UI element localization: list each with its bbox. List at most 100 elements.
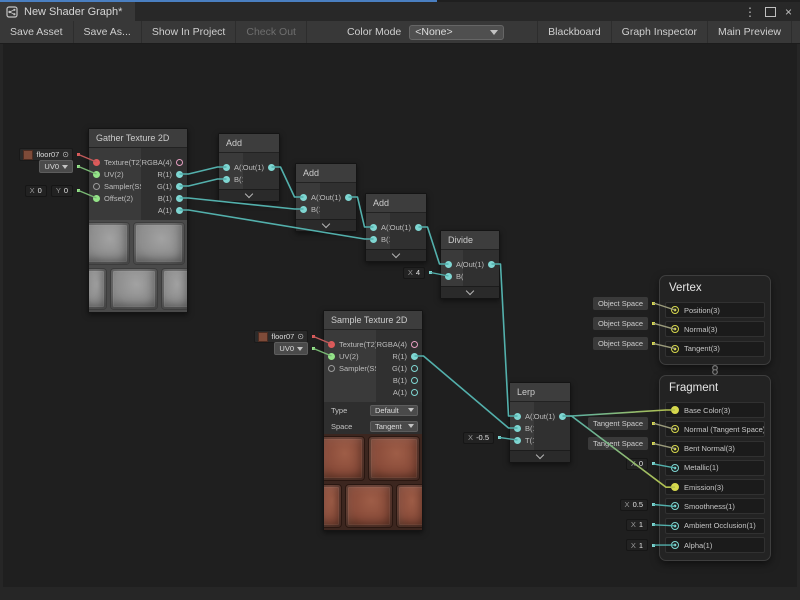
main-preview-button[interactable]: Main Preview <box>707 21 792 43</box>
block-row[interactable]: Normal(3) <box>665 321 765 337</box>
save-asset-button[interactable]: Save Asset <box>0 21 74 43</box>
fields-widget[interactable]: X-0.5 <box>463 431 501 444</box>
node-lerp[interactable]: LerpA(1)B(1)T(1)Out(1) <box>509 382 571 463</box>
collapse-bar[interactable] <box>219 189 279 201</box>
number-field-widget[interactable]: X1 <box>626 518 655 531</box>
space-tag[interactable]: Object Space <box>593 317 655 330</box>
input-port[interactable] <box>300 206 307 213</box>
output-port[interactable] <box>176 195 183 202</box>
input-port[interactable] <box>370 236 377 243</box>
output-port[interactable] <box>559 413 566 420</box>
show-in-project-button[interactable]: Show In Project <box>142 21 237 43</box>
block-port[interactable] <box>671 306 679 314</box>
fields-widget[interactable]: X4 <box>403 266 432 279</box>
collapse-bar[interactable] <box>510 450 570 462</box>
block-port[interactable] <box>671 345 679 353</box>
block-row[interactable]: Tangent(3) <box>665 341 765 357</box>
number-field-widget[interactable]: X0 <box>626 457 655 470</box>
number-field[interactable]: Y0 <box>51 185 73 197</box>
block-port[interactable] <box>671 406 679 414</box>
block-port[interactable] <box>671 445 679 453</box>
number-field-widget[interactable]: X1 <box>626 539 655 552</box>
number-field[interactable]: X0.5 <box>620 499 648 511</box>
graph-canvas[interactable]: Gather Texture 2DTexture(T2)UV(2)Sampler… <box>0 0 800 600</box>
node-add2[interactable]: AddA(1)B(1)Out(1) <box>295 163 357 232</box>
input-port[interactable] <box>514 437 521 444</box>
block-row[interactable]: Position(3) <box>665 302 765 318</box>
node-sample[interactable]: Sample Texture 2DTexture(T2)UV(2)Sampler… <box>323 310 423 531</box>
block-port[interactable] <box>671 541 679 549</box>
option-dropdown[interactable]: Tangent <box>370 421 418 432</box>
node-divide[interactable]: DivideA(1)B(1)Out(1) <box>440 230 500 299</box>
dropdown-widget[interactable]: UV0 <box>274 342 315 355</box>
input-port[interactable] <box>223 176 230 183</box>
input-port[interactable] <box>328 365 335 372</box>
block-port[interactable] <box>671 502 679 510</box>
option-dropdown[interactable]: Default <box>370 405 418 416</box>
block-port[interactable] <box>671 425 679 433</box>
input-port[interactable] <box>93 195 100 202</box>
tab-new-shader-graph[interactable]: New Shader Graph* <box>0 2 135 21</box>
node-add3[interactable]: AddA(1)B(1)Out(1) <box>365 193 427 262</box>
space-tag[interactable]: Object Space <box>593 297 655 310</box>
object-picker-icon[interactable]: ⊙ <box>297 333 304 341</box>
input-port[interactable] <box>514 413 521 420</box>
output-port[interactable] <box>176 183 183 190</box>
save-as-button[interactable]: Save As... <box>74 21 142 43</box>
object-picker-icon[interactable]: ⊙ <box>62 151 69 159</box>
node-gather[interactable]: Gather Texture 2DTexture(T2)UV(2)Sampler… <box>88 128 188 313</box>
number-field[interactable]: X4 <box>403 267 425 279</box>
block-port[interactable] <box>671 522 679 530</box>
input-port[interactable] <box>328 353 335 360</box>
uv-channel-dropdown[interactable]: UV0 <box>274 342 308 355</box>
block-row[interactable]: Smoothness(1) <box>665 498 765 514</box>
output-port[interactable] <box>176 171 183 178</box>
space-tag[interactable]: Object Space <box>593 337 655 350</box>
check-out-button[interactable]: Check Out <box>236 21 307 43</box>
block-fragment[interactable]: FragmentBase Color(3)Normal (Tangent Spa… <box>659 375 771 561</box>
number-field[interactable]: X1 <box>626 539 648 551</box>
input-port[interactable] <box>328 341 335 348</box>
input-port[interactable] <box>93 183 100 190</box>
output-port[interactable] <box>176 159 183 166</box>
output-port[interactable] <box>415 224 422 231</box>
space-tag[interactable]: Tangent Space <box>588 417 655 430</box>
block-row[interactable]: Normal (Tangent Space)(3) <box>665 421 765 437</box>
output-port[interactable] <box>411 341 418 348</box>
fields-widget[interactable]: X0 Y0 <box>25 184 80 197</box>
output-port[interactable] <box>345 194 352 201</box>
output-port[interactable] <box>411 365 418 372</box>
number-field[interactable]: X0 <box>25 185 47 197</box>
block-port[interactable] <box>671 483 679 491</box>
kebab-menu-icon[interactable]: ⋮ <box>744 6 756 18</box>
output-port[interactable] <box>411 353 418 360</box>
dropdown-widget[interactable]: UV0 <box>39 160 80 173</box>
close-icon[interactable]: × <box>785 6 792 18</box>
input-port[interactable] <box>223 164 230 171</box>
block-port[interactable] <box>671 325 679 333</box>
block-row[interactable]: Alpha(1) <box>665 537 765 553</box>
node-add1[interactable]: AddA(1)B(1)Out(1) <box>218 133 280 202</box>
block-row[interactable]: Emission(3) <box>665 479 765 495</box>
block-row[interactable]: Base Color(3) <box>665 402 765 418</box>
input-port[interactable] <box>300 194 307 201</box>
graph-inspector-button[interactable]: Graph Inspector <box>611 21 708 43</box>
maximize-icon[interactable] <box>765 7 776 17</box>
uv-channel-dropdown[interactable]: UV0 <box>39 160 73 173</box>
blackboard-button[interactable]: Blackboard <box>537 21 612 43</box>
output-port[interactable] <box>268 164 275 171</box>
output-port[interactable] <box>411 377 418 384</box>
block-port[interactable] <box>671 464 679 472</box>
number-field-widget[interactable]: X0.5 <box>620 498 655 511</box>
color-mode-dropdown[interactable]: <None> <box>409 25 504 40</box>
collapse-bar[interactable] <box>296 219 356 231</box>
output-port[interactable] <box>176 207 183 214</box>
input-port[interactable] <box>514 425 521 432</box>
block-vertex[interactable]: VertexPosition(3)Normal(3)Tangent(3) <box>659 275 771 365</box>
input-port[interactable] <box>370 224 377 231</box>
input-port[interactable] <box>93 159 100 166</box>
collapse-bar[interactable] <box>366 249 426 261</box>
block-row[interactable]: Metallic(1) <box>665 460 765 476</box>
output-port[interactable] <box>488 261 495 268</box>
number-field[interactable]: X-0.5 <box>463 432 494 444</box>
